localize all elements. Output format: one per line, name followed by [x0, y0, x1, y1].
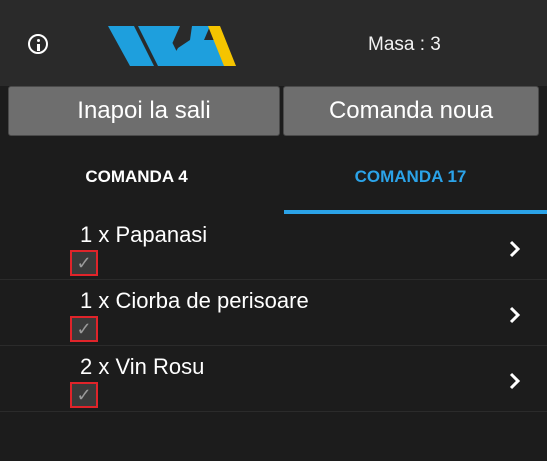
header-bar: Masa : 3	[0, 0, 547, 86]
item-checkbox[interactable]: ✓	[70, 382, 98, 408]
chevron-right-icon[interactable]	[506, 304, 524, 326]
item-checkbox[interactable]: ✓	[70, 250, 98, 276]
chevron-right-icon[interactable]	[506, 238, 524, 260]
info-icon[interactable]	[28, 34, 48, 54]
table-label: Masa : 3	[368, 34, 441, 55]
item-label: 2 x Vin Rosu	[80, 354, 205, 379]
list-item[interactable]: 1 x Ciorba de perisoare ✓	[0, 280, 547, 346]
list-item[interactable]: 1 x Papanasi ✓	[0, 214, 547, 280]
list-item[interactable]: 2 x Vin Rosu ✓	[0, 346, 547, 412]
item-label: 1 x Papanasi	[80, 222, 208, 247]
chevron-right-icon[interactable]	[506, 370, 524, 392]
brand-logo	[108, 26, 236, 66]
back-to-rooms-button[interactable]: Inapoi la sali	[8, 86, 280, 136]
new-order-button[interactable]: Comanda noua	[283, 86, 539, 136]
item-checkbox[interactable]: ✓	[70, 316, 98, 342]
item-label: 1 x Ciorba de perisoare	[80, 288, 309, 313]
tab-comanda-4[interactable]: COMANDA 4	[0, 140, 273, 214]
tab-comanda-17[interactable]: COMANDA 17	[274, 140, 547, 214]
order-tabs: COMANDA 4 COMANDA 17	[0, 140, 547, 214]
